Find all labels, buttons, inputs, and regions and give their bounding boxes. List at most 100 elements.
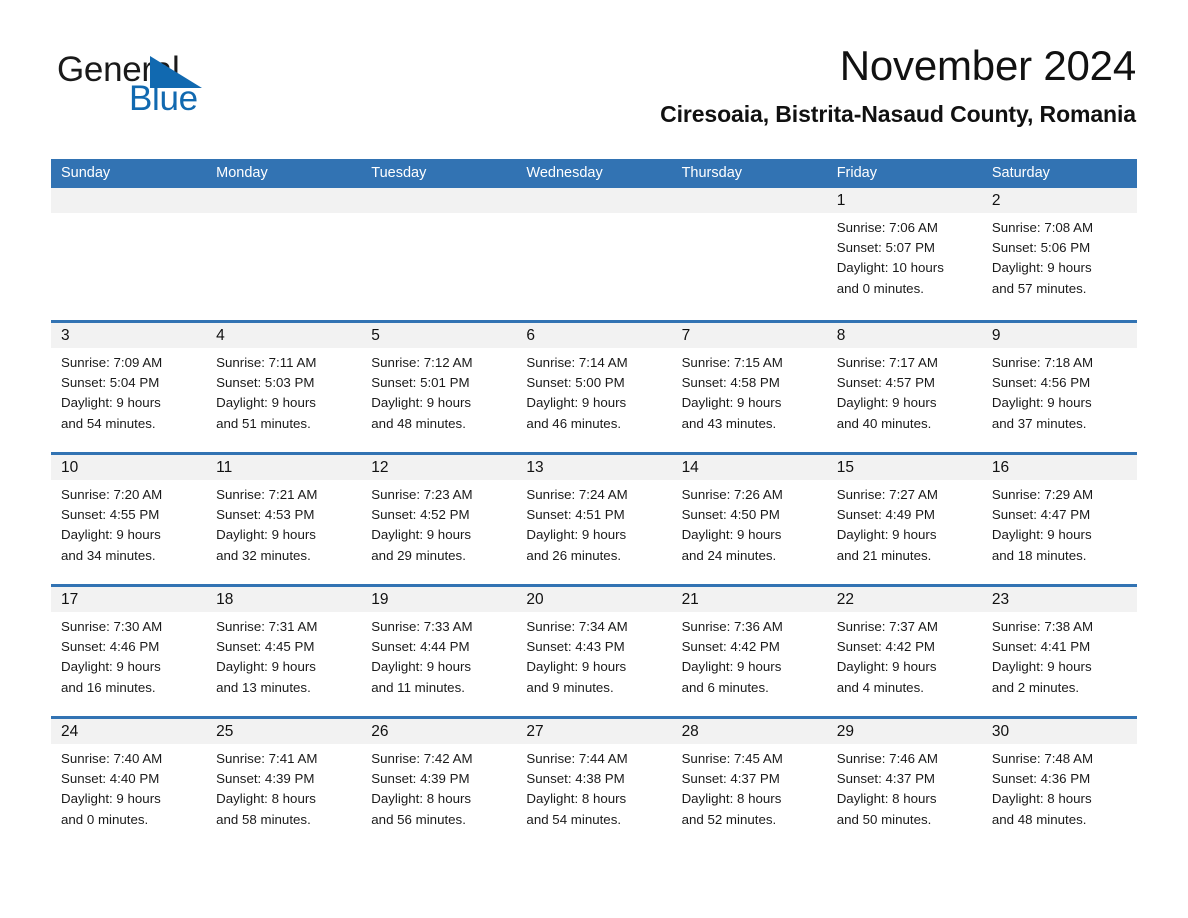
calendar-day-cell[interactable]: 14 Sunrise: 7:26 AM Sunset: 4:50 PM Dayligh… <box>671 455 827 584</box>
calendar-day-cell[interactable]: 20 Sunrise: 7:34 AM Sunset: 4:43 PM Dayligh… <box>516 587 672 716</box>
daylight-text-line2: and 56 minutes. <box>371 811 466 827</box>
sunset-text: Sunset: 4:37 PM <box>681 771 780 787</box>
calendar-day-cell-empty <box>361 188 517 320</box>
sunset-text: Sunset: 4:42 PM <box>681 639 780 655</box>
day-number: 16 <box>981 455 1137 480</box>
daylight-text-line1: Daylight: 9 hours <box>526 395 627 411</box>
daylight-text-line1: Daylight: 8 hours <box>526 791 627 807</box>
calendar-day-cell[interactable]: 5 Sunrise: 7:12 AM Sunset: 5:01 PM Daylight… <box>361 323 517 452</box>
calendar-day-cell[interactable]: 23 Sunrise: 7:38 AM Sunset: 4:41 PM Dayligh… <box>981 587 1137 716</box>
daylight-text-line2: and 16 minutes. <box>61 679 156 695</box>
daylight-text-line2: and 51 minutes. <box>216 415 311 431</box>
calendar-day-cell[interactable]: 12 Sunrise: 7:23 AM Sunset: 4:52 PM Dayligh… <box>361 455 517 584</box>
daylight-text-line2: and 40 minutes. <box>836 415 932 431</box>
daylight-text-line2: and 54 minutes. <box>61 415 156 431</box>
calendar-day-cell[interactable]: 24 Sunrise: 7:40 AM Sunset: 4:40 PM Dayligh… <box>51 719 207 848</box>
daylight-text-line2: and 50 minutes. <box>836 811 932 827</box>
calendar-grid: Sunday Monday Tuesday Wednesday Thursday… <box>51 159 1137 848</box>
daylight-text-line1: Daylight: 9 hours <box>61 791 161 807</box>
calendar-day-cell[interactable]: 21 Sunrise: 7:36 AM Sunset: 4:42 PM Dayligh… <box>671 587 827 716</box>
day-number <box>51 188 207 213</box>
title-block: November 2024 Ciresoaia, Bistrita-Nasaud… <box>660 42 1136 128</box>
calendar-day-cell[interactable]: 29 Sunrise: 7:46 AM Sunset: 4:37 PM Dayligh… <box>826 719 982 848</box>
daylight-text-line2: and 48 minutes. <box>991 811 1087 827</box>
calendar-day-cell[interactable]: 7 Sunrise: 7:15 AM Sunset: 4:58 PM Daylight… <box>671 323 827 452</box>
sunset-text: Sunset: 4:43 PM <box>526 639 625 655</box>
calendar-day-cell[interactable]: 3 Sunrise: 7:09 AM Sunset: 5:04 PM Daylight… <box>51 323 207 452</box>
day-details: Sunrise: 7:27 AM Sunset: 4:49 PM Daylight:… <box>827 480 982 566</box>
calendar-day-cell[interactable]: 26 Sunrise: 7:42 AM Sunset: 4:39 PM Dayligh… <box>361 719 517 848</box>
weekday-friday: Friday <box>836 165 877 181</box>
day-number: 6 <box>516 323 672 348</box>
day-number: 17 <box>51 587 207 612</box>
calendar-day-cell[interactable]: 15 Sunrise: 7:27 AM Sunset: 4:49 PM Dayligh… <box>826 455 982 584</box>
calendar-day-cell[interactable]: 30 Sunrise: 7:48 AM Sunset: 4:36 PM Dayligh… <box>981 719 1137 848</box>
day-number: 4 <box>206 323 362 348</box>
day-details: Sunrise: 7:40 AM Sunset: 4:40 PM Daylight:… <box>51 744 206 830</box>
daylight-text-line2: and 48 minutes. <box>371 415 466 431</box>
sunset-text: Sunset: 4:44 PM <box>371 639 470 655</box>
day-number: 13 <box>516 455 672 480</box>
sunset-text: Sunset: 4:47 PM <box>991 507 1091 523</box>
calendar-week-row: 24 Sunrise: 7:40 AM Sunset: 4:40 PM Dayligh… <box>51 716 1137 848</box>
daylight-text-line1: Daylight: 9 hours <box>991 260 1092 276</box>
sunrise-text: Sunrise: 7:11 AM <box>216 355 317 370</box>
calendar-day-cell[interactable]: 10 Sunrise: 7:20 AM Sunset: 4:55 PM Dayligh… <box>51 455 207 584</box>
day-details: Sunrise: 7:20 AM Sunset: 4:55 PM Daylight:… <box>51 480 206 566</box>
calendar-day-cell[interactable]: 11 Sunrise: 7:21 AM Sunset: 4:53 PM Dayligh… <box>206 455 362 584</box>
daylight-text-line2: and 2 minutes. <box>991 679 1080 695</box>
day-number: 7 <box>671 323 827 348</box>
day-details: Sunrise: 7:48 AM Sunset: 4:36 PM Daylight:… <box>982 744 1137 830</box>
daylight-text-line1: Daylight: 9 hours <box>526 527 627 543</box>
daylight-text-line1: Daylight: 9 hours <box>526 659 627 675</box>
day-number: 5 <box>361 323 517 348</box>
sunrise-text: Sunrise: 7:26 AM <box>681 487 783 502</box>
day-details: Sunrise: 7:42 AM Sunset: 4:39 PM Daylight:… <box>361 744 516 830</box>
daylight-text-line1: Daylight: 9 hours <box>216 659 316 675</box>
daylight-text-line1: Daylight: 10 hours <box>836 260 944 276</box>
day-details: Sunrise: 7:11 AM Sunset: 5:03 PM Daylight:… <box>206 348 361 434</box>
calendar-day-cell[interactable]: 18 Sunrise: 7:31 AM Sunset: 4:45 PM Dayligh… <box>206 587 362 716</box>
day-details: Sunrise: 7:24 AM Sunset: 4:51 PM Daylight:… <box>516 480 671 566</box>
daylight-text-line1: Daylight: 9 hours <box>991 395 1092 411</box>
daylight-text-line2: and 9 minutes. <box>526 679 614 695</box>
calendar-day-cell[interactable]: 8 Sunrise: 7:17 AM Sunset: 4:57 PM Daylight… <box>826 323 982 452</box>
daylight-text-line2: and 34 minutes. <box>61 547 156 563</box>
calendar-day-cell[interactable]: 1 Sunrise: 7:06 AM Sunset: 5:07 PM Daylight… <box>826 188 982 320</box>
day-number: 29 <box>826 719 982 744</box>
page-title: November 2024 <box>839 42 1136 89</box>
daylight-text-line2: and 54 minutes. <box>526 811 622 827</box>
sunrise-text: Sunrise: 7:27 AM <box>836 487 938 502</box>
sunset-text: Sunset: 5:03 PM <box>216 375 315 391</box>
sunrise-text: Sunrise: 7:33 AM <box>371 619 473 634</box>
brand-logo[interactable]: General Blue <box>57 52 317 116</box>
calendar-day-cell[interactable]: 6 Sunrise: 7:14 AM Sunset: 5:00 PM Daylight… <box>516 323 672 452</box>
calendar-day-cell[interactable]: 16 Sunrise: 7:29 AM Sunset: 4:47 PM Dayligh… <box>981 455 1137 584</box>
calendar-day-cell[interactable]: 28 Sunrise: 7:45 AM Sunset: 4:37 PM Dayligh… <box>671 719 827 848</box>
daylight-text-line2: and 24 minutes. <box>681 547 777 563</box>
daylight-text-line2: and 58 minutes. <box>216 811 311 827</box>
sunset-text: Sunset: 4:53 PM <box>216 507 315 523</box>
sunset-text: Sunset: 4:55 PM <box>61 507 160 523</box>
calendar-day-cell[interactable]: 13 Sunrise: 7:24 AM Sunset: 4:51 PM Dayligh… <box>516 455 672 584</box>
daylight-text-line2: and 13 minutes. <box>216 679 311 695</box>
daylight-text-line2: and 11 minutes. <box>371 679 465 695</box>
calendar-day-cell[interactable]: 19 Sunrise: 7:33 AM Sunset: 4:44 PM Dayligh… <box>361 587 517 716</box>
day-number <box>206 188 362 213</box>
sunrise-text: Sunrise: 7:24 AM <box>526 487 628 502</box>
calendar-day-cell[interactable]: 2 Sunrise: 7:08 AM Sunset: 5:06 PM Daylight… <box>981 188 1137 320</box>
sunrise-text: Sunrise: 7:40 AM <box>61 751 163 766</box>
daylight-text-line1: Daylight: 9 hours <box>216 395 316 411</box>
calendar-day-cell[interactable]: 17 Sunrise: 7:30 AM Sunset: 4:46 PM Dayligh… <box>51 587 207 716</box>
calendar-week-row: 1 Sunrise: 7:06 AM Sunset: 5:07 PM Daylight… <box>51 188 1137 320</box>
day-number: 27 <box>516 719 672 744</box>
calendar-day-cell[interactable]: 22 Sunrise: 7:37 AM Sunset: 4:42 PM Dayligh… <box>826 587 982 716</box>
calendar-day-cell[interactable]: 4 Sunrise: 7:11 AM Sunset: 5:03 PM Daylight… <box>206 323 362 452</box>
sunset-text: Sunset: 5:07 PM <box>836 240 936 256</box>
sunset-text: Sunset: 4:56 PM <box>991 375 1091 391</box>
sunrise-text: Sunrise: 7:09 AM <box>61 355 163 370</box>
calendar-day-cell[interactable]: 27 Sunrise: 7:44 AM Sunset: 4:38 PM Dayligh… <box>516 719 672 848</box>
calendar-day-cell[interactable]: 25 Sunrise: 7:41 AM Sunset: 4:39 PM Dayligh… <box>206 719 362 848</box>
calendar-day-cell[interactable]: 9 Sunrise: 7:18 AM Sunset: 4:56 PM Daylight… <box>981 323 1137 452</box>
calendar-week-row: 17 Sunrise: 7:30 AM Sunset: 4:46 PM Dayligh… <box>51 584 1137 716</box>
